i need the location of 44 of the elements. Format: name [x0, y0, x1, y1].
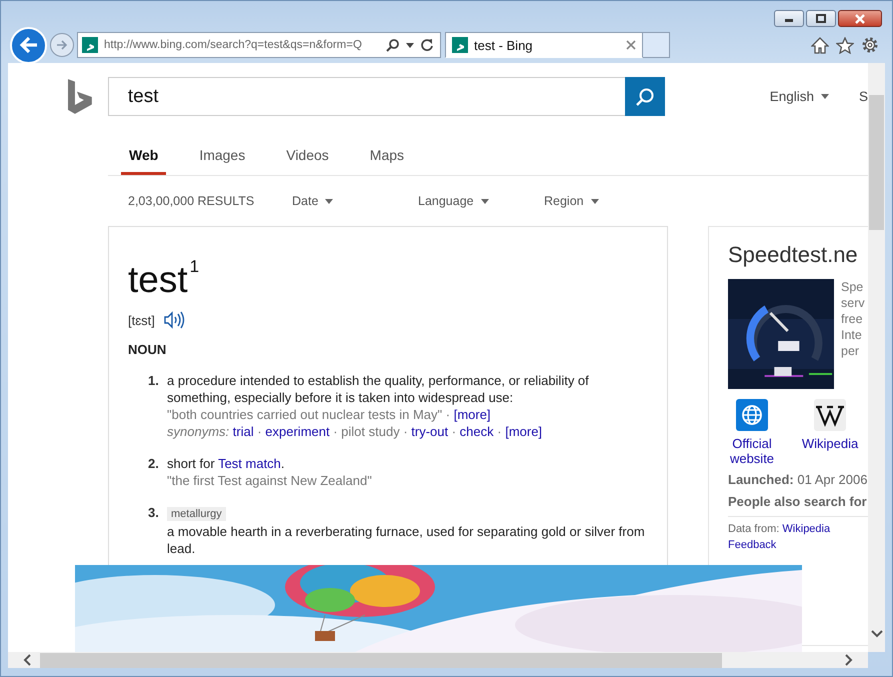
part-of-speech: NOUN: [128, 342, 168, 357]
url-text: http://www.bing.com/search?q=test&qs=n&form=Q: [104, 39, 363, 51]
definition-text: a procedure intended to establish the quality, performance, or reliability of something, especially before it is taken into widespread use:: [167, 372, 590, 406]
synonym-link[interactable]: trial: [232, 424, 254, 439]
synonym-link[interactable]: experiment: [265, 424, 330, 439]
search-query: test: [128, 86, 158, 108]
filter-dropdown[interactable]: Date: [292, 194, 418, 208]
search-tab[interactable]: Maps: [362, 141, 412, 175]
synonym-link[interactable]: check: [460, 424, 494, 439]
section-heading: People also search for: [728, 494, 868, 509]
result-count: 2,03,00,000 RESULTS: [128, 194, 256, 208]
source-label: Data from:: [728, 523, 780, 535]
entity-description: Spe serv free Inte per: [841, 279, 865, 360]
source-link[interactable]: Wikipedia: [782, 523, 830, 535]
definition-text: a movable hearth in a reverberating furnace, used for separating gold or silver from lead.: [167, 523, 646, 557]
example-text: "both countries carried out nuclear tests in May" · [more]: [167, 406, 492, 423]
sense-number: 3.: [148, 504, 160, 522]
definition-link[interactable]: Test match: [218, 456, 281, 471]
more-link[interactable]: [more]: [454, 407, 491, 422]
search-field[interactable]: test: [108, 77, 625, 116]
synonyms-line: synonyms: trial · experiment · pilot study · try-out · check · [more]: [167, 423, 544, 440]
entity-link[interactable]: Official website: [728, 436, 776, 466]
definition-text: short for Test match.: [167, 455, 286, 472]
filter-dropdown[interactable]: Region: [544, 194, 670, 208]
entity-link[interactable]: Wikipedia: [802, 436, 858, 451]
synonym-link[interactable]: try-out: [411, 424, 448, 439]
search-tab[interactable]: Images: [191, 141, 254, 175]
example-text: "the first Test against New Zealand": [167, 472, 373, 489]
headword: test$^{1}$: [128, 256, 200, 300]
browser-tab[interactable]: test - Bing: [445, 32, 643, 58]
pronunciation: [tɛst]: [128, 312, 155, 328]
filter-dropdown[interactable]: Language: [418, 194, 544, 208]
sense-number: 1.: [148, 372, 160, 390]
synonym-link[interactable]: [more]: [505, 424, 542, 439]
entity-title: Speedtest.ne: [728, 242, 859, 268]
tab-title: test - Bing: [474, 38, 534, 52]
address-bar[interactable]: http://www.bing.com/search?q=test&qs=n&form=Q: [77, 32, 441, 58]
search-tab[interactable]: Videos: [278, 141, 337, 175]
feedback-link[interactable]: Feedback: [728, 539, 776, 551]
subject-tag: metallurgy: [167, 507, 226, 521]
launched-date: Launched: 01 Apr 2006: [728, 472, 868, 487]
menu-item[interactable]: S: [858, 89, 868, 104]
sense-number: 2.: [148, 455, 160, 473]
language-menu[interactable]: English: [770, 89, 829, 104]
